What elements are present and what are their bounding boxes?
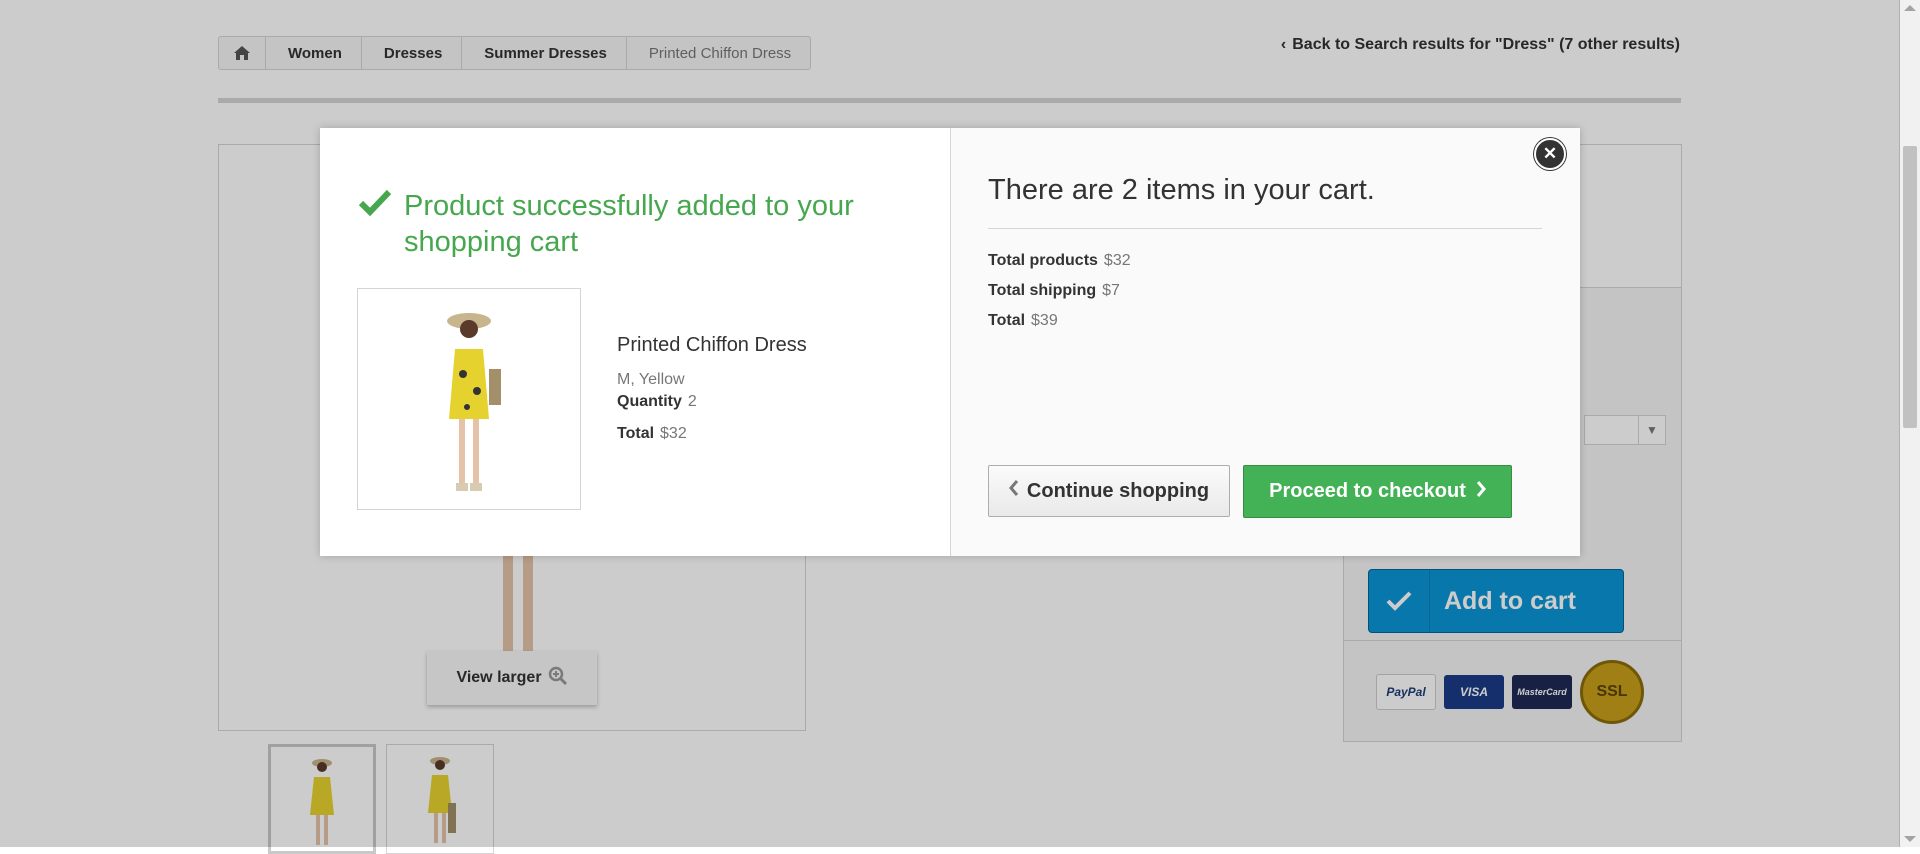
success-title: Product successfully added to your shopp… (404, 190, 854, 258)
product-quantity: Quantity 2 (617, 393, 807, 411)
add-to-cart-modal: Product successfully added to your shopp… (320, 128, 1580, 556)
product-info: Printed Chiffon Dress M, Yellow Quantity… (617, 334, 807, 457)
total-shipping-label: Total shipping (988, 282, 1097, 299)
cart-total-value: $39 (1031, 312, 1058, 329)
modal-cart-panel: ✕ There are 2 items in your cart. Total … (951, 128, 1580, 556)
proceed-to-checkout-label: Proceed to checkout (1269, 480, 1466, 502)
total-products-row: Total products $32 (988, 252, 1131, 270)
total-products-value: $32 (1103, 252, 1131, 269)
total-shipping-value: $7 (1102, 282, 1120, 299)
divider (988, 228, 1542, 229)
close-icon[interactable]: ✕ (1534, 138, 1566, 170)
scroll-up-icon[interactable] (1904, 5, 1916, 11)
product-thumbnail (357, 288, 581, 510)
success-header: Product successfully added to your shopp… (358, 188, 864, 260)
cart-count-text: There are 2 items in your cart. (988, 174, 1375, 206)
product-total-label: Total (617, 425, 655, 442)
product-total: Total $32 (617, 425, 807, 443)
cart-total-row: Total $39 (988, 312, 1131, 330)
cart-totals: Total products $32 Total shipping $7 Total… (988, 252, 1131, 342)
continue-shopping-label: Continue shopping (1026, 479, 1210, 502)
total-products-label: Total products (988, 252, 1098, 269)
product-name: Printed Chiffon Dress (617, 334, 807, 356)
proceed-to-checkout-button[interactable]: Proceed to checkout (1243, 465, 1512, 518)
scroll-thumb[interactable] (1903, 146, 1917, 428)
cart-total-label: Total (988, 312, 1026, 329)
modal-product-panel: Product successfully added to your shopp… (320, 128, 951, 556)
scrollbar[interactable] (1899, 0, 1920, 847)
chevron-right-icon (1476, 480, 1486, 504)
scroll-down-icon[interactable] (1904, 836, 1916, 842)
product-total-value: $32 (660, 425, 687, 442)
total-shipping-row: Total shipping $7 (988, 282, 1131, 300)
product-attributes: M, Yellow (617, 371, 685, 388)
continue-shopping-button[interactable]: Continue shopping (988, 465, 1230, 517)
chevron-left-icon (1008, 479, 1019, 503)
quantity-label: Quantity (617, 393, 682, 410)
check-icon (358, 188, 392, 223)
quantity-value: 2 (687, 393, 697, 410)
